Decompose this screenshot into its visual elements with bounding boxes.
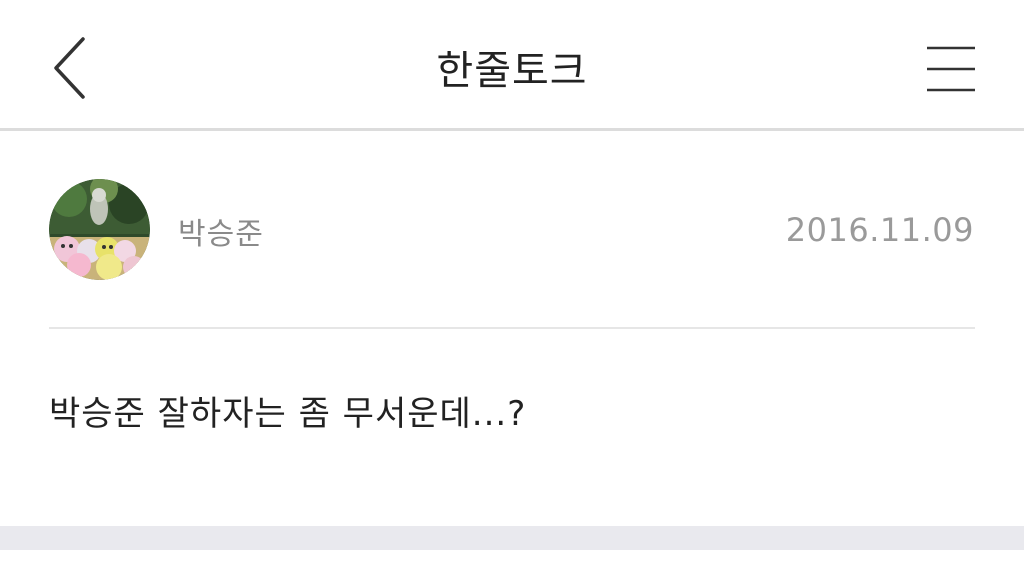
avatar-image [49,179,150,280]
post-divider [49,327,975,329]
bottom-area [0,550,1024,577]
chevron-left-icon [54,37,85,99]
top-nav-bar: 한줄토크 [0,0,1024,129]
avatar[interactable] [49,179,150,280]
back-button[interactable] [40,30,100,106]
page-title: 한줄토크 [436,48,588,94]
menu-button[interactable] [916,36,986,102]
talk-screen: 한줄토크 박승준 2016.11.09 박승준 잘하자는 좀 무서운데...? [0,0,1024,577]
post-body-text: 박승준 잘하자는 좀 무서운데...? [49,394,527,434]
post-date: 2016.11.09 [785,211,974,249]
talk-post: 박승준 2016.11.09 박승준 잘하자는 좀 무서운데...? [0,131,1024,526]
author-name[interactable]: 박승준 [178,209,264,253]
hamburger-menu-icon [927,46,975,92]
section-separator [0,526,1024,550]
